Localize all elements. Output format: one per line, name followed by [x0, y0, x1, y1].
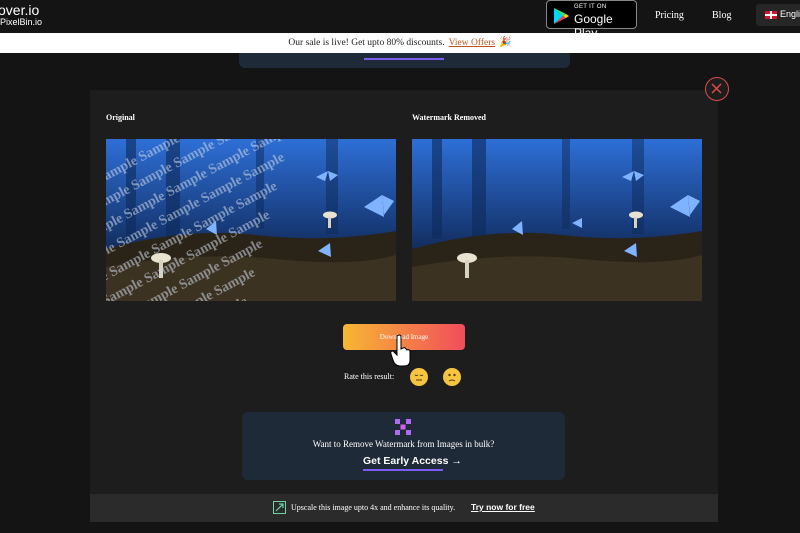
gplay-top-text: GET IT ON: [574, 4, 607, 10]
view-offers-link[interactable]: View Offers: [449, 38, 495, 48]
close-button[interactable]: [705, 77, 729, 101]
background-card-underline: [364, 58, 444, 60]
rate-label: Rate this result:: [344, 372, 395, 381]
party-popper-icon: 🎉: [499, 37, 512, 48]
get-early-access-link[interactable]: Get Early Access →: [363, 455, 462, 467]
brand-name: over.io: [0, 2, 40, 18]
bulk-text: Want to Remove Watermark from Images in …: [312, 439, 495, 449]
google-play-button[interactable]: GET IT ON Google Play: [546, 0, 637, 40]
confused-face-icon[interactable]: [443, 368, 461, 386]
neutral-face-icon[interactable]: [410, 368, 428, 386]
close-icon: [711, 83, 722, 94]
hand-cursor-icon: [390, 334, 411, 367]
brand-logo[interactable]: over.io PixelBin.io: [0, 3, 42, 27]
brand-subtitle: PixelBin.io: [0, 17, 43, 27]
original-label: Original: [106, 113, 135, 122]
language-label: English: [780, 9, 800, 19]
language-selector[interactable]: English: [756, 4, 800, 26]
watermark-removed-label: Watermark Removed: [412, 113, 486, 122]
try-now-link[interactable]: Try now for free: [471, 502, 535, 512]
promo-text: Our sale is live! Get upto 80% discounts…: [288, 38, 445, 48]
bulk-grid-icon: [395, 419, 411, 435]
nav-pricing-link[interactable]: Pricing: [655, 10, 684, 21]
original-image: Sample Sample Sample Sample Sample Sampl…: [106, 139, 396, 301]
watermark-removed-image: [412, 139, 702, 301]
nav-blog-link[interactable]: Blog: [712, 10, 731, 21]
top-navbar: over.io PixelBin.io GET IT ON Google Pla…: [0, 0, 800, 40]
play-store-icon: [554, 8, 569, 24]
upscale-text: Upscale this image upto 4x and enhance i…: [291, 503, 456, 512]
upscale-icon: [273, 501, 286, 514]
uk-flag-icon: [765, 11, 777, 19]
promo-banner: Our sale is live! Get upto 80% discounts…: [0, 33, 800, 53]
early-access-underline: [363, 469, 443, 471]
